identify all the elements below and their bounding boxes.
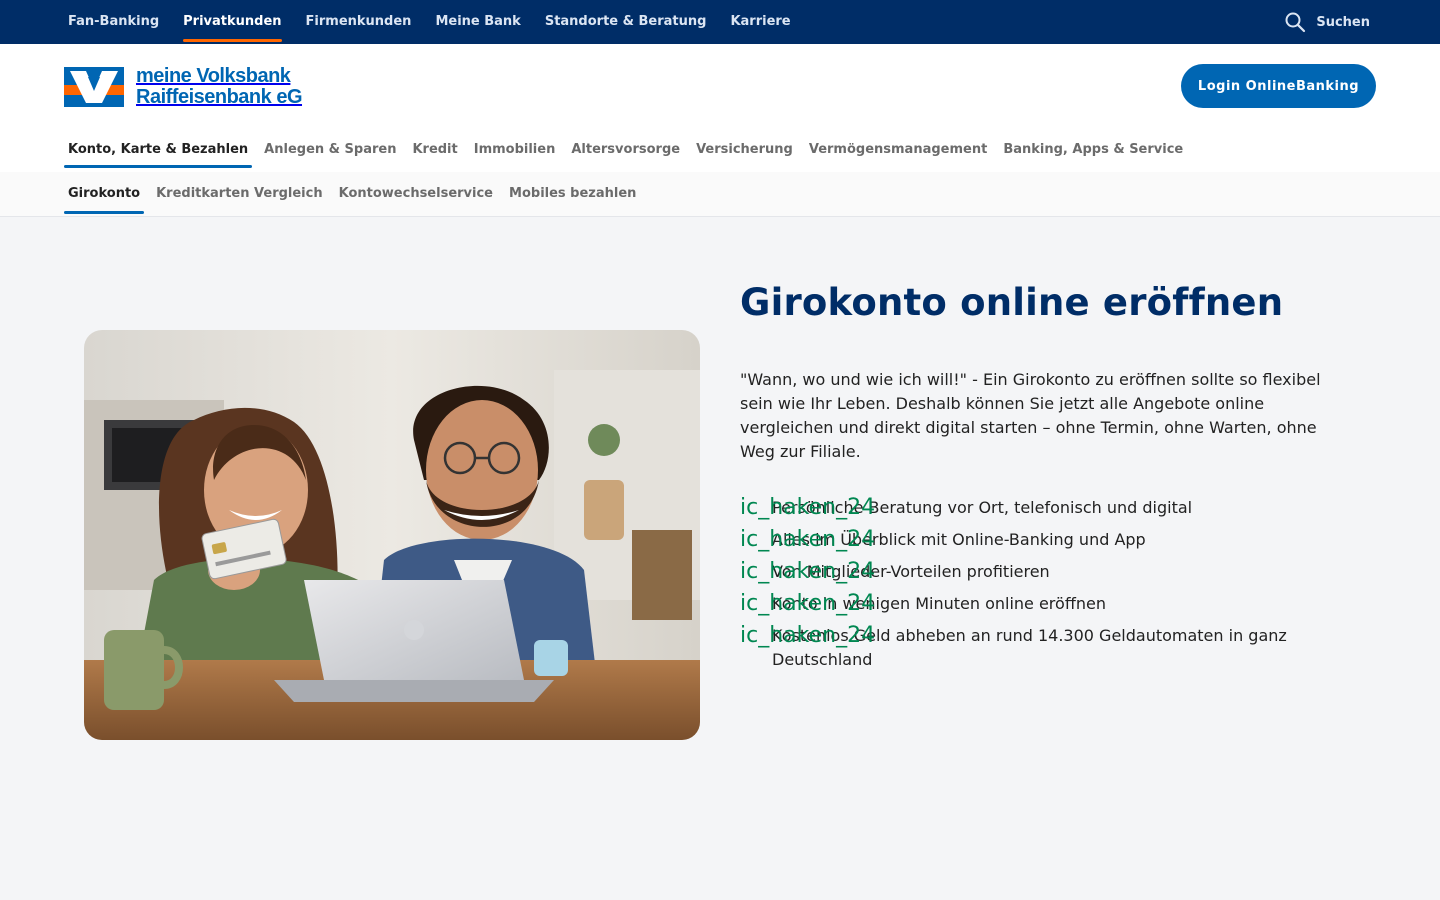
check-icon: ic_haken_24: [740, 559, 876, 584]
subnav-girokonto[interactable]: Girokonto: [60, 172, 148, 216]
mainnav-altersvorsorge[interactable]: Altersvorsorge: [563, 130, 688, 170]
check-icon: ic_haken_24: [740, 623, 876, 648]
mainnav-banking-apps-service[interactable]: Banking, Apps & Service: [995, 130, 1191, 170]
topnav-firmenkunden[interactable]: Firmenkunden: [294, 0, 424, 44]
benefit-item: ic_haken_24 Persönliche Beratung vor Ort…: [740, 496, 1330, 520]
mainnav-vermoegensmanagement[interactable]: Vermögensmanagement: [801, 130, 995, 170]
sub-nav-bar: Girokonto Kreditkarten Vergleich Kontowe…: [0, 172, 1440, 217]
hero-image: [84, 330, 700, 740]
top-nav: Fan-Banking Privatkunden Firmenkunden Me…: [56, 0, 803, 44]
benefit-item: ic_haken_24 Konto in wenigen Minuten onl…: [740, 592, 1330, 616]
search-button[interactable]: Suchen: [1284, 0, 1370, 44]
subnav-mobiles-bezahlen[interactable]: Mobiles bezahlen: [501, 172, 644, 216]
volksbank-logo-icon: [64, 67, 124, 107]
topnav-standorte-beratung[interactable]: Standorte & Beratung: [533, 0, 719, 44]
subnav-kreditkarten-vergleich[interactable]: Kreditkarten Vergleich: [148, 172, 331, 216]
hero-content: Girokonto online eröffnen "Wann, wo und …: [740, 280, 1340, 680]
mainnav-konto-karte-bezahlen[interactable]: Konto, Karte & Bezahlen: [60, 130, 256, 170]
benefits-list: ic_haken_24 Persönliche Beratung vor Ort…: [740, 496, 1340, 672]
sub-nav: Girokonto Kreditkarten Vergleich Kontowe…: [60, 172, 644, 216]
topnav-fan-banking[interactable]: Fan-Banking: [56, 0, 171, 44]
top-bar: Fan-Banking Privatkunden Firmenkunden Me…: [0, 0, 1440, 44]
benefit-item: ic_haken_24 Alles im Überblick mit Onlin…: [740, 528, 1330, 552]
check-icon: ic_haken_24: [740, 591, 876, 616]
subnav-kontowechselservice[interactable]: Kontowechselservice: [331, 172, 501, 216]
check-icon: ic_haken_24: [740, 495, 876, 520]
main-nav: Konto, Karte & Bezahlen Anlegen & Sparen…: [60, 130, 1191, 170]
logo-line-2: Raiffeisenbank eG: [136, 86, 303, 108]
mainnav-versicherung[interactable]: Versicherung: [688, 130, 801, 170]
intro-text: "Wann, wo und wie ich will!" - Ein Girok…: [740, 370, 1321, 461]
hero-photo-illustration: [84, 330, 700, 740]
check-icon: ic_haken_24: [740, 527, 876, 552]
login-onlinebanking-button[interactable]: Login OnlineBanking: [1181, 64, 1376, 108]
topnav-meine-bank[interactable]: Meine Bank: [423, 0, 532, 44]
topnav-privatkunden[interactable]: Privatkunden: [171, 0, 293, 44]
bank-logo[interactable]: meine Volksbank Raiffeisenbank eG: [64, 65, 303, 108]
topnav-karriere[interactable]: Karriere: [718, 0, 802, 44]
mainnav-kredit[interactable]: Kredit: [404, 130, 465, 170]
page-title: Girokonto online eröffnen: [740, 281, 1284, 324]
benefit-item: ic_haken_24 Von Mitglieder-Vorteilen pro…: [740, 560, 1330, 584]
search-icon: [1285, 12, 1306, 33]
mainnav-immobilien[interactable]: Immobilien: [466, 130, 564, 170]
header: meine Volksbank Raiffeisenbank eG Login …: [0, 44, 1440, 172]
logo-wordmark: meine Volksbank Raiffeisenbank eG: [136, 65, 303, 108]
search-label: Suchen: [1316, 14, 1370, 30]
logo-line-1: meine Volksbank: [136, 65, 291, 87]
mainnav-anlegen-sparen[interactable]: Anlegen & Sparen: [256, 130, 404, 170]
benefit-item: ic_haken_24 Kostenlos Geld abheben an ru…: [740, 624, 1330, 672]
